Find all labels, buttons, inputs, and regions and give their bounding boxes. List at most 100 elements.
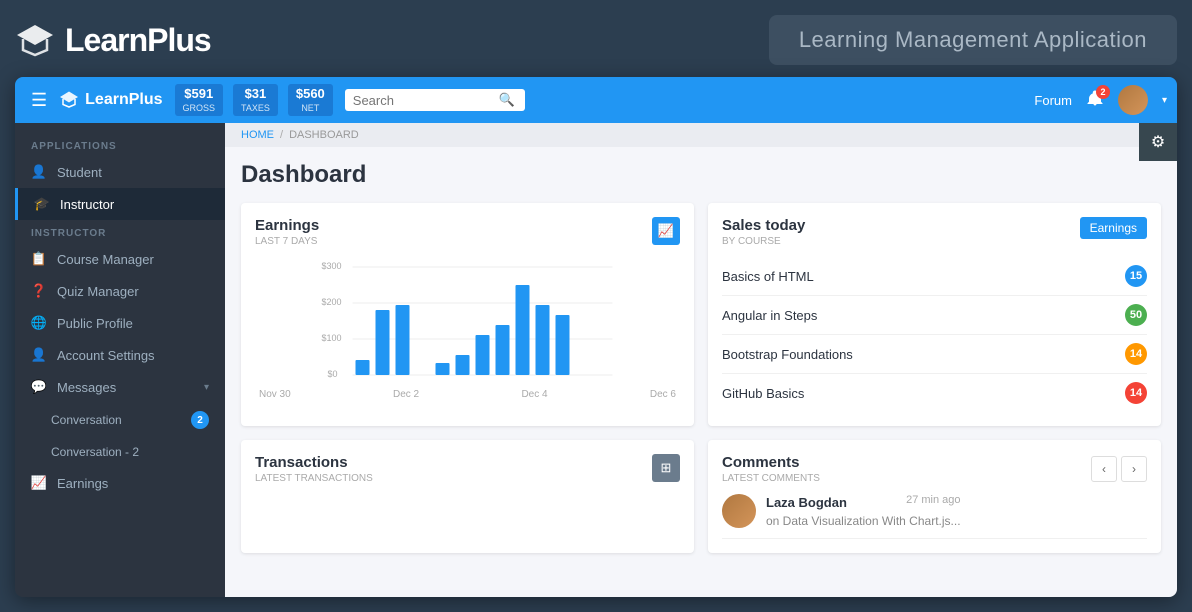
sidebar-item-conversation-2[interactable]: Conversation - 2 xyxy=(15,437,225,467)
sales-card: Sales today BY COURSE Earnings Basics of… xyxy=(708,203,1161,426)
earnings-card-header: Earnings LAST 7 DAYS 📈 xyxy=(255,217,680,247)
transactions-card-title: Transactions xyxy=(255,454,373,471)
comments-title-area: Comments LATEST COMMENTS xyxy=(722,454,820,484)
chart-label-dec4: Dec 4 xyxy=(521,389,547,400)
svg-text:$0: $0 xyxy=(328,369,338,379)
conversation-badge: 2 xyxy=(191,411,209,429)
notification-bell[interactable]: 2 xyxy=(1086,89,1104,112)
earnings-chart-labels: Nov 30 Dec 2 Dec 4 Dec 6 xyxy=(255,389,680,400)
graduation-cap-icon xyxy=(15,20,55,60)
sales-course-name: Bootstrap Foundations xyxy=(722,347,853,362)
hamburger-button[interactable]: ☰ xyxy=(25,86,53,115)
sidebar-item-label: Quiz Manager xyxy=(57,284,139,299)
sidebar-item-messages[interactable]: 💬 Messages ▾ xyxy=(15,371,225,403)
messages-chevron: ▾ xyxy=(204,382,209,393)
comments-pagination: ‹ › xyxy=(1091,456,1147,482)
forum-link[interactable]: Forum xyxy=(1034,93,1072,108)
sales-row-2: Bootstrap Foundations 14 xyxy=(722,335,1147,374)
sales-list: Basics of HTML 15 Angular in Steps 50 Bo… xyxy=(722,257,1147,412)
sales-badge-3: 14 xyxy=(1125,382,1147,404)
comments-next-button[interactable]: › xyxy=(1121,456,1147,482)
navbar-right: Forum 2 ▾ xyxy=(1034,85,1167,115)
comments-card-header: Comments LATEST COMMENTS ‹ › xyxy=(722,454,1147,484)
comment-time: 27 min ago xyxy=(906,494,960,506)
breadcrumb-current: DASHBOARD xyxy=(289,129,359,141)
search-box[interactable]: 🔍 xyxy=(345,89,525,111)
sidebar-item-student[interactable]: 👤 Student xyxy=(15,156,225,188)
breadcrumb-home[interactable]: HOME xyxy=(241,129,274,141)
transactions-card-title-area: Transactions LATEST TRANSACTIONS xyxy=(255,454,373,484)
breadcrumb-separator: / xyxy=(280,129,283,141)
avatar-image xyxy=(1118,85,1148,115)
comment-body: Laza Bogdan 27 min ago on Data Visualiza… xyxy=(766,494,961,528)
chart-label-nov30: Nov 30 xyxy=(259,389,291,400)
transactions-card-icon-btn[interactable]: ⊞ xyxy=(652,454,680,482)
conversation-label: Conversation xyxy=(51,413,122,427)
public-profile-icon: 🌐 xyxy=(31,315,47,331)
earnings-chart: $300 $200 $100 $0 xyxy=(255,255,680,385)
body-layout: APPLICATIONS 👤 Student 🎓 Instructor INST… xyxy=(15,123,1177,597)
sidebar-section-instructor: INSTRUCTOR xyxy=(15,220,225,243)
sidebar-item-public-profile[interactable]: 🌐 Public Profile xyxy=(15,307,225,339)
search-input[interactable] xyxy=(353,93,493,108)
top-navbar: ☰ LearnPlus $591 GROSS $31 TAXES $560 NE… xyxy=(15,77,1177,123)
earnings-card-title: Earnings xyxy=(255,217,319,234)
sales-row-0: Basics of HTML 15 xyxy=(722,257,1147,296)
nav-stat-gross: $591 GROSS xyxy=(175,84,224,117)
notification-badge: 2 xyxy=(1096,85,1110,99)
quiz-manager-icon: ❓ xyxy=(31,283,47,299)
sales-card-title-area: Sales today BY COURSE xyxy=(722,217,805,247)
top-brand-bar: LearnPlus Learning Management Applicatio… xyxy=(15,15,1177,65)
transactions-card: Transactions LATEST TRANSACTIONS ⊞ xyxy=(241,440,694,553)
nav-stat-net: $560 NET xyxy=(288,84,333,117)
student-icon: 👤 xyxy=(31,164,47,180)
brand-subtitle: Learning Management Application xyxy=(769,15,1177,65)
account-settings-icon: 👤 xyxy=(31,347,47,363)
user-dropdown-arrow[interactable]: ▾ xyxy=(1162,95,1167,106)
sales-course-name: Basics of HTML xyxy=(722,269,814,284)
sales-badge-2: 14 xyxy=(1125,343,1147,365)
earnings-card: Earnings LAST 7 DAYS 📈 $300 $200 xyxy=(241,203,694,426)
earnings-card-title-area: Earnings LAST 7 DAYS xyxy=(255,217,319,247)
settings-fab-button[interactable]: ⚙ xyxy=(1139,123,1177,161)
earnings-chart-svg: $300 $200 $100 $0 xyxy=(255,255,680,385)
svg-text:$100: $100 xyxy=(322,333,342,343)
main-content: ⚙ HOME / DASHBOARD Dashboard Earnings xyxy=(225,123,1177,597)
sidebar-item-conversation[interactable]: Conversation 2 xyxy=(15,403,225,437)
nav-logo-icon xyxy=(59,90,79,110)
messages-submenu: Conversation 2 Conversation - 2 xyxy=(15,403,225,467)
comment-text: on Data Visualization With Chart.js... xyxy=(766,514,961,528)
navbar-logo[interactable]: LearnPlus xyxy=(59,90,162,110)
commenter-avatar xyxy=(722,494,756,528)
sidebar-item-quiz-manager[interactable]: ❓ Quiz Manager xyxy=(15,275,225,307)
comment-item-0: Laza Bogdan 27 min ago on Data Visualiza… xyxy=(722,484,1147,539)
sidebar-item-label: Messages xyxy=(57,380,116,395)
app-container: ☰ LearnPlus $591 GROSS $31 TAXES $560 NE… xyxy=(15,77,1177,597)
comments-prev-button[interactable]: ‹ xyxy=(1091,456,1117,482)
breadcrumb: HOME / DASHBOARD xyxy=(225,123,1177,147)
earnings-card-icon-btn[interactable]: 📈 xyxy=(652,217,680,245)
sidebar-item-instructor[interactable]: 🎓 Instructor xyxy=(15,188,225,220)
sidebar-item-label: Account Settings xyxy=(57,348,155,363)
sidebar-item-account-settings[interactable]: 👤 Account Settings xyxy=(15,339,225,371)
sidebar-item-label: Instructor xyxy=(60,197,114,212)
earnings-card-subtitle: LAST 7 DAYS xyxy=(255,236,319,247)
content-area: Dashboard Earnings LAST 7 DAYS 📈 xyxy=(225,147,1177,567)
transactions-card-subtitle: LATEST TRANSACTIONS xyxy=(255,473,373,484)
sales-row-3: GitHub Basics 14 xyxy=(722,374,1147,412)
navbar-brand-text: LearnPlus xyxy=(85,91,162,109)
svg-text:$300: $300 xyxy=(322,261,342,271)
sidebar-item-earnings[interactable]: 📈 Earnings xyxy=(15,467,225,499)
brand-name: LearnPlus xyxy=(65,22,211,59)
comments-card-subtitle: LATEST COMMENTS xyxy=(722,473,820,484)
sidebar-item-course-manager[interactable]: 📋 Course Manager xyxy=(15,243,225,275)
instructor-icon: 🎓 xyxy=(34,196,50,212)
sales-row-1: Angular in Steps 50 xyxy=(722,296,1147,335)
sales-card-title: Sales today xyxy=(722,217,805,234)
sidebar: APPLICATIONS 👤 Student 🎓 Instructor INST… xyxy=(15,123,225,597)
dashboard-grid: Earnings LAST 7 DAYS 📈 $300 $200 xyxy=(241,203,1161,553)
user-avatar[interactable] xyxy=(1118,85,1148,115)
sales-earnings-button[interactable]: Earnings xyxy=(1080,217,1147,239)
sidebar-item-label: Public Profile xyxy=(57,316,133,331)
comments-card: Comments LATEST COMMENTS ‹ › xyxy=(708,440,1161,553)
